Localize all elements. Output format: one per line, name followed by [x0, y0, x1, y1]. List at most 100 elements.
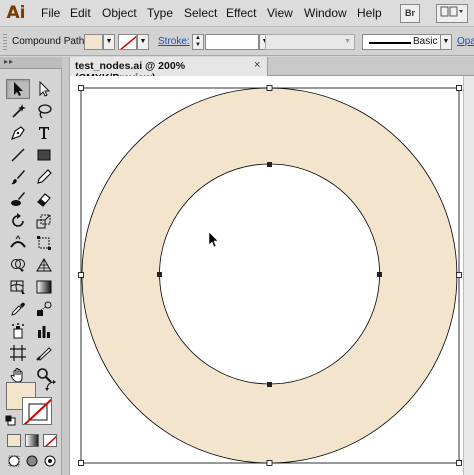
app-logo: Ai	[2, 1, 30, 26]
color-mode-button[interactable]	[7, 434, 21, 447]
column-graph-tool[interactable]	[32, 321, 56, 341]
pencil-tool-icon	[37, 169, 52, 184]
blend-tool-icon	[37, 301, 52, 316]
fill-dropdown-button[interactable]: ▼	[103, 34, 115, 50]
brush-preview-line	[369, 42, 411, 44]
rotate-tool-icon	[12, 213, 24, 227]
selection-tool-icon	[14, 82, 23, 96]
gradient-mode-button[interactable]	[25, 434, 39, 447]
none-stroke-icon	[23, 398, 51, 424]
type-tool-icon	[39, 127, 49, 139]
symbol-sprayer-tool[interactable]	[6, 321, 30, 341]
menu-file[interactable]: File	[41, 6, 60, 20]
direct-selection-tool-icon	[39, 81, 51, 97]
swap-fill-stroke-icon[interactable]	[45, 380, 57, 392]
free-transform-tool-icon	[37, 236, 51, 250]
mouse-cursor-icon	[208, 231, 219, 248]
control-bar-grip[interactable]	[3, 34, 7, 50]
lasso-tool[interactable]	[32, 101, 56, 121]
control-bar: Compound Path ▼ ▼ Stroke: ▲▼ ▼ ▼ Basic ▼…	[0, 28, 474, 56]
blend-tool[interactable]	[32, 299, 56, 319]
workspace-switcher-button[interactable]	[436, 4, 468, 23]
magic-wand-tool[interactable]	[6, 101, 30, 121]
rotate-tool[interactable]	[6, 211, 30, 231]
slice-tool[interactable]	[32, 343, 56, 363]
menu-select[interactable]: Select	[184, 6, 217, 20]
opacity-link[interactable]: Opa	[457, 36, 474, 47]
draw-inside-icon[interactable]	[42, 454, 58, 468]
workspace-switcher-icon	[440, 6, 463, 17]
bridge-button[interactable]: Br	[400, 4, 420, 23]
menu-window[interactable]: Window	[304, 6, 347, 20]
draw-normal-icon[interactable]	[6, 454, 22, 468]
pen-tool[interactable]	[6, 123, 30, 143]
menu-type[interactable]: Type	[147, 6, 173, 20]
stroke-color-box[interactable]	[22, 397, 52, 425]
menu-object[interactable]: Object	[102, 6, 137, 20]
canvas-vertical-scrollbar[interactable]	[463, 76, 474, 475]
tools-panel-edge	[62, 57, 70, 475]
width-tool[interactable]	[6, 233, 30, 253]
free-transform-tool[interactable]	[32, 233, 56, 253]
perspective-grid-tool[interactable]	[32, 255, 56, 275]
donut-compound-path[interactable]	[81, 87, 458, 464]
stroke-weight-input[interactable]	[205, 34, 259, 50]
eyedropper-tool[interactable]	[6, 299, 30, 319]
rectangle-tool[interactable]	[32, 145, 56, 165]
mesh-tool[interactable]	[6, 277, 30, 297]
artboard-tool-icon	[10, 345, 26, 361]
mesh-tool-icon	[10, 280, 25, 294]
magic-wand-tool-icon	[12, 104, 26, 118]
tools-panel-header[interactable]: ▸▸	[0, 57, 62, 69]
direct-selection-tool[interactable]	[32, 79, 56, 99]
line-segment-tool[interactable]	[6, 145, 30, 165]
paintbrush-tool[interactable]	[6, 167, 30, 187]
variable-width-profile-select[interactable]: ▼	[265, 34, 355, 50]
perspective-grid-tool-icon	[36, 258, 52, 272]
menu-edit[interactable]: Edit	[70, 6, 91, 20]
scale-tool-icon	[36, 214, 51, 229]
artboard-canvas[interactable]	[70, 76, 474, 475]
eraser-tool-icon	[37, 193, 51, 207]
menu-help[interactable]: Help	[357, 6, 382, 20]
menu-bar: Ai File Edit Object Type Select Effect V…	[0, 0, 474, 27]
blob-brush-tool-icon	[11, 192, 25, 206]
gradient-tool-icon	[36, 280, 52, 294]
stroke-panel-link[interactable]: Stroke:	[158, 36, 190, 47]
slice-tool-icon	[36, 347, 52, 361]
eraser-tool[interactable]	[32, 189, 56, 209]
stroke-swatch[interactable]	[118, 34, 137, 50]
pencil-tool[interactable]	[32, 167, 56, 187]
draw-behind-icon[interactable]	[24, 454, 40, 468]
lasso-tool-icon	[38, 104, 52, 119]
gradient-tool[interactable]	[32, 277, 56, 297]
pen-tool-icon	[10, 126, 25, 141]
brush-name: Basic	[413, 36, 438, 47]
scale-tool[interactable]	[32, 211, 56, 231]
selection-type-label: Compound Path	[12, 36, 85, 47]
hand-tool-icon	[10, 368, 23, 383]
type-tool[interactable]	[32, 123, 56, 143]
stroke-weight-spinner[interactable]: ▲ ▼	[192, 34, 204, 50]
blob-brush-tool[interactable]	[6, 189, 30, 209]
fill-swatch[interactable]	[84, 34, 103, 50]
tools-panel: ▸▸	[0, 57, 62, 475]
paintbrush-tool-icon	[11, 170, 25, 185]
document-tab-bar: test_nodes.ai @ 200% (CMYK/Preview) ×	[70, 57, 474, 84]
selection-tool[interactable]	[6, 79, 30, 99]
eyedropper-tool-icon	[11, 302, 25, 316]
close-icon[interactable]: ×	[254, 59, 260, 71]
document-tab[interactable]: test_nodes.ai @ 200% (CMYK/Preview) ×	[70, 57, 268, 84]
menu-effect[interactable]: Effect	[226, 6, 256, 20]
brush-definition-select[interactable]: Basic	[362, 34, 450, 50]
none-icon	[45, 435, 56, 446]
artwork	[78, 85, 462, 466]
default-fill-stroke-icon[interactable]	[5, 415, 16, 426]
artboard-tool[interactable]	[6, 343, 30, 363]
brush-dropdown-button[interactable]: ▼	[440, 34, 452, 50]
menu-view[interactable]: View	[267, 6, 293, 20]
shape-builder-tool[interactable]	[6, 255, 30, 275]
none-stroke-icon	[120, 35, 136, 49]
stroke-dropdown-button[interactable]: ▼	[137, 34, 149, 50]
none-mode-button[interactable]	[43, 434, 57, 447]
